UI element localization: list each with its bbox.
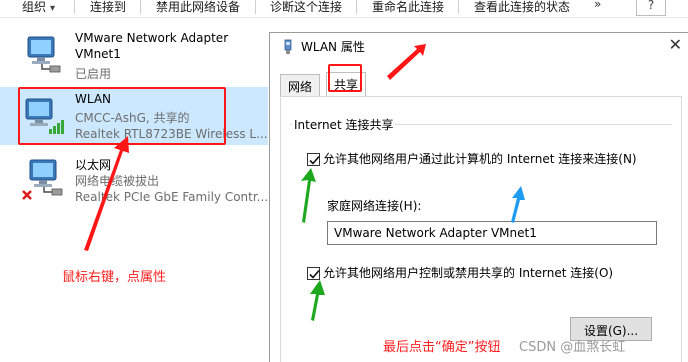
allow-share-checkbox[interactable] [307, 153, 320, 166]
ics-group-title: Internet 连接共享 [292, 116, 396, 133]
home-network-label: 家庭网络连接(H): [327, 199, 422, 213]
toolbar-connect-button[interactable]: 连接到 [90, 0, 126, 15]
allow-share-label[interactable]: 允许其他网络用户通过此计算机的 Internet 连接来连接(N) [323, 150, 637, 167]
adapter-status: 网络电缆被拔出 [75, 174, 160, 188]
toolbar-separator [255, 0, 256, 14]
ethernet-disconnected-icon [22, 159, 63, 200]
right-click-note: 鼠标右键，点属性 [62, 270, 167, 285]
tab-networking[interactable]: 网络 [280, 74, 321, 96]
chevron-down-icon: ▾ [50, 3, 56, 14]
toolbar-overflow-button[interactable]: » [594, 0, 601, 11]
close-button[interactable]: ✕ [669, 35, 682, 54]
sharing-tab-highlight-box [328, 64, 362, 92]
toolbar-separator [74, 0, 75, 14]
home-network-select[interactable]: VMware Network Adapter VMnet1 [327, 221, 657, 245]
wlan-highlight-box [18, 87, 226, 145]
allow-control-checkbox[interactable] [307, 267, 320, 280]
toolbar-organize-label: 组织 [22, 0, 47, 14]
adapter-device: Realtek PCIe GbE Family Contr... [75, 190, 269, 204]
dialog-title: WLAN 属性 [301, 40, 365, 54]
adapter-item-vmware[interactable]: VMware Network Adapter VMnet1 已启用 [0, 25, 268, 85]
toolbar-separator [356, 0, 357, 14]
toolbar-rename-button[interactable]: 重命名此连接 [372, 0, 444, 15]
adapter-status: 已启用 [75, 67, 112, 81]
network-card-icon [284, 39, 292, 54]
adapter-name: 以太网 [75, 158, 112, 172]
adapter-name: VMware Network Adapter [75, 31, 229, 45]
adapter-item-ethernet[interactable]: 以太网 网络电缆被拔出 Realtek PCIe GbE Family Cont… [0, 150, 268, 210]
toolbar-separator [140, 0, 141, 14]
checkmark-icon [309, 269, 320, 279]
toolbar-separator [458, 0, 459, 14]
adapter-name-line2: VMnet1 [75, 47, 121, 61]
confirm-note: 最后点击“确定”按钮 [383, 340, 501, 355]
toolbar-disable-button[interactable]: 禁用此网络设备 [156, 0, 240, 15]
checkmark-icon [309, 155, 320, 165]
network-adapter-icon [27, 36, 61, 73]
toolbar-organize-button[interactable]: 组织 ▾ [22, 0, 55, 15]
watermark-text: CSDN @血煞长虹 [519, 340, 626, 355]
help-button[interactable]: ? [636, 0, 666, 16]
toolbar-diagnose-button[interactable]: 诊断这个连接 [270, 0, 342, 15]
toolbar-status-button[interactable]: 查看此连接的状态 [474, 0, 570, 15]
command-toolbar: 组织 ▾ 连接到 禁用此网络设备 诊断这个连接 重命名此连接 查看此连接的状态 »… [0, 0, 688, 18]
allow-control-label[interactable]: 允许其他网络用户控制或禁用共享的 Internet 连接(O) [323, 264, 613, 281]
